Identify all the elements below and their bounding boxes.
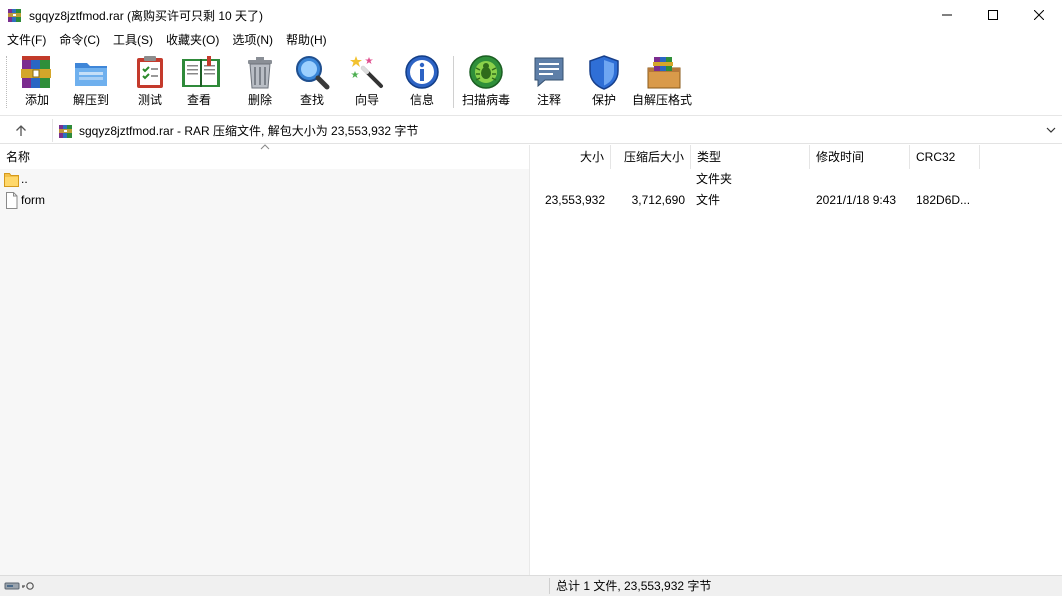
title-bar: sgqyz8jztfmod.rar (离购买许可只剩 10 天了) bbox=[0, 0, 1062, 30]
shield-icon bbox=[586, 54, 622, 90]
test-button[interactable]: 测试 bbox=[132, 54, 168, 112]
add-archive-icon bbox=[19, 54, 55, 90]
toolbar: 添加 解压到 测试 查看 删除 查找 向导 信息 扫描病毒 注释 保护 自解压格… bbox=[0, 50, 1062, 116]
row-name: form bbox=[21, 193, 45, 207]
add-label: 添加 bbox=[24, 93, 49, 107]
delete-label: 删除 bbox=[247, 93, 272, 107]
info-icon bbox=[404, 54, 440, 90]
status-text: 总计 1 文件, 23,553,932 字节 bbox=[556, 579, 712, 593]
menu-options[interactable]: 选项(N) bbox=[225, 30, 279, 50]
menu-favorites[interactable]: 收藏夹(O) bbox=[159, 30, 225, 50]
scan-virus-label: 扫描病毒 bbox=[462, 93, 511, 107]
address-bar: sgqyz8jztfmod.rar - RAR 压缩文件, 解包大小为 23,5… bbox=[0, 117, 1062, 144]
drive-key-icon bbox=[4, 580, 40, 592]
column-header-modified[interactable]: 修改时间 bbox=[810, 145, 910, 169]
file-list: 名称 大小 压缩后大小 类型 修改时间 CRC32 .. 文件夹 form 23… bbox=[0, 144, 1062, 575]
sfx-label: 自解压格式 bbox=[632, 93, 693, 107]
comment-icon bbox=[531, 54, 567, 90]
chevron-down-icon bbox=[1046, 127, 1056, 133]
row-size: 23,553,932 bbox=[544, 193, 605, 207]
column-header-packed[interactable]: 压缩后大小 bbox=[611, 145, 691, 169]
menu-help[interactable]: 帮助(H) bbox=[279, 30, 333, 50]
column-header-type[interactable]: 类型 bbox=[691, 145, 810, 169]
sort-ascending-icon bbox=[260, 144, 270, 150]
file-list-background bbox=[0, 169, 529, 575]
maximize-button[interactable] bbox=[970, 0, 1016, 30]
trash-icon bbox=[242, 54, 278, 90]
extract-to-button[interactable]: 解压到 bbox=[73, 54, 109, 112]
status-divider bbox=[549, 578, 550, 594]
window-title: sgqyz8jztfmod.rar (离购买许可只剩 10 天了) bbox=[29, 8, 264, 23]
sfx-box-icon bbox=[644, 54, 681, 90]
test-clipboard-icon bbox=[132, 54, 168, 90]
wizard-button[interactable]: 向导 bbox=[349, 54, 385, 112]
view-book-icon bbox=[181, 54, 220, 90]
file-icon bbox=[4, 192, 19, 209]
view-button[interactable]: 查看 bbox=[181, 54, 220, 112]
row-crc32: 182D6D... bbox=[916, 193, 971, 207]
extract-folder-icon bbox=[73, 54, 109, 90]
magnifier-icon bbox=[294, 54, 330, 90]
extract-to-label: 解压到 bbox=[73, 93, 110, 107]
close-button[interactable] bbox=[1016, 0, 1062, 30]
comment-label: 注释 bbox=[536, 93, 561, 107]
info-label: 信息 bbox=[409, 93, 434, 107]
address-dropdown-button[interactable] bbox=[1044, 123, 1058, 137]
menu-file[interactable]: 文件(F) bbox=[0, 30, 52, 50]
arrow-up-icon bbox=[16, 125, 26, 136]
virus-scan-icon bbox=[468, 54, 504, 90]
delete-button[interactable]: 删除 bbox=[242, 54, 278, 112]
test-label: 测试 bbox=[137, 93, 162, 107]
window-controls bbox=[924, 0, 1062, 30]
column-header-crc32[interactable]: CRC32 bbox=[910, 145, 980, 169]
find-label: 查找 bbox=[299, 93, 324, 107]
add-button[interactable]: 添加 bbox=[19, 54, 55, 112]
folder-icon bbox=[4, 171, 19, 188]
row-name: .. bbox=[21, 172, 28, 186]
find-button[interactable]: 查找 bbox=[294, 54, 330, 112]
protect-button[interactable]: 保护 bbox=[586, 54, 622, 112]
wizard-label: 向导 bbox=[354, 93, 379, 107]
menu-tools[interactable]: 工具(S) bbox=[106, 30, 159, 50]
row-packed: 3,712,690 bbox=[631, 193, 685, 207]
toolbar-grip bbox=[6, 56, 9, 108]
column-header-name[interactable]: 名称 bbox=[0, 144, 530, 169]
up-folder-button[interactable] bbox=[10, 121, 32, 141]
minimize-button[interactable] bbox=[924, 0, 970, 30]
scan-virus-button[interactable]: 扫描病毒 bbox=[462, 54, 510, 112]
row-modified: 2021/1/18 9:43 bbox=[816, 193, 897, 207]
table-row[interactable]: form 23,553,932 3,712,690 文件 2021/1/18 9… bbox=[0, 190, 1062, 211]
menu-bar: 文件(F) 命令(C) 工具(S) 收藏夹(O) 选项(N) 帮助(H) bbox=[0, 30, 1062, 50]
row-type: 文件夹 bbox=[696, 172, 733, 186]
comment-button[interactable]: 注释 bbox=[531, 54, 567, 112]
protect-label: 保护 bbox=[591, 93, 616, 107]
menu-commands[interactable]: 命令(C) bbox=[52, 30, 106, 50]
column-header-size[interactable]: 大小 bbox=[530, 145, 611, 169]
info-button[interactable]: 信息 bbox=[404, 54, 440, 112]
view-label: 查看 bbox=[186, 93, 211, 107]
row-packed bbox=[611, 169, 685, 190]
address-text: sgqyz8jztfmod.rar - RAR 压缩文件, 解包大小为 23,5… bbox=[79, 124, 419, 138]
row-size bbox=[530, 169, 605, 190]
wizard-wand-icon bbox=[349, 54, 385, 90]
sfx-button[interactable]: 自解压格式 bbox=[632, 54, 692, 112]
rar-archive-icon bbox=[58, 123, 74, 139]
row-type: 文件 bbox=[696, 193, 721, 207]
address-field[interactable]: sgqyz8jztfmod.rar - RAR 压缩文件, 解包大小为 23,5… bbox=[52, 119, 1060, 142]
winrar-app-icon bbox=[7, 7, 23, 23]
table-row[interactable]: .. 文件夹 bbox=[0, 169, 1062, 190]
status-bar: 总计 1 文件, 23,553,932 字节 bbox=[0, 575, 1062, 596]
toolbar-separator bbox=[453, 56, 454, 108]
